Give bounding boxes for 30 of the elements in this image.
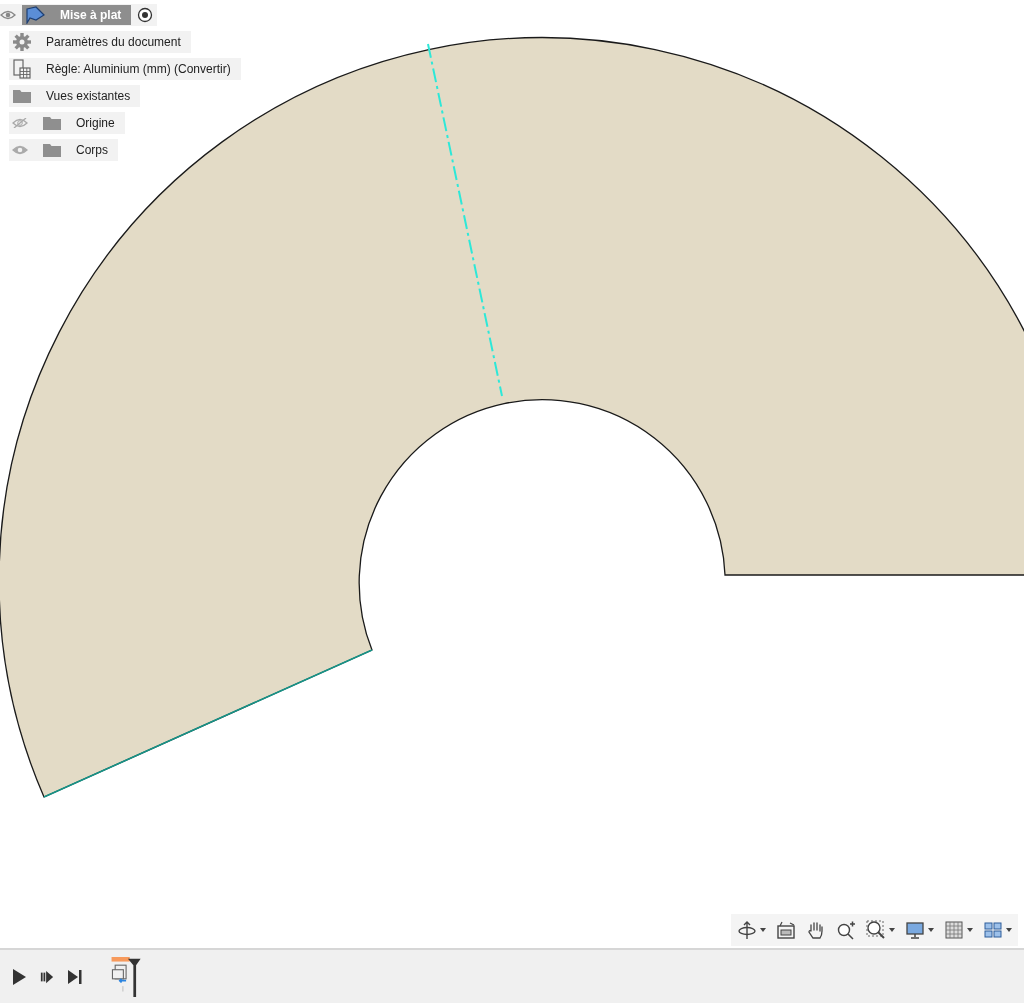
monitor-frame-icon [776,920,796,940]
grid-icon [944,920,964,940]
tree-item[interactable]: Paramètres du document [9,31,191,53]
monitor-icon [905,920,925,940]
skip-to-end-icon[interactable] [68,968,82,985]
caret-icon [889,928,895,932]
play-icon[interactable] [12,968,26,985]
caret-icon [928,928,934,932]
orbit-icon [737,920,757,940]
gear-icon [12,32,32,52]
caret-icon [1006,928,1012,932]
tree-item[interactable]: Vues existantes [9,85,141,107]
caret-icon [760,928,766,932]
caret-icon [967,928,973,932]
step-forward-icon[interactable] [40,969,54,984]
folder-icon [42,142,62,158]
document-table-icon [12,59,32,79]
tree-item[interactable]: Corps [9,139,118,161]
eye-icon[interactable] [0,10,16,20]
four-panes-icon [983,920,1003,940]
folder-icon [12,88,32,104]
zoom-icon [836,920,856,940]
radio-icon[interactable] [137,7,154,23]
flat-pattern-icon [24,6,46,24]
zoom-window-icon [866,920,886,940]
grid-button[interactable] [942,918,975,942]
folder-icon [42,115,62,131]
tree-item[interactable]: Règle: Aluminium (mm) (Convertir) [9,58,241,80]
hand-icon [806,920,826,940]
tree-item[interactable]: Origine [9,112,125,134]
